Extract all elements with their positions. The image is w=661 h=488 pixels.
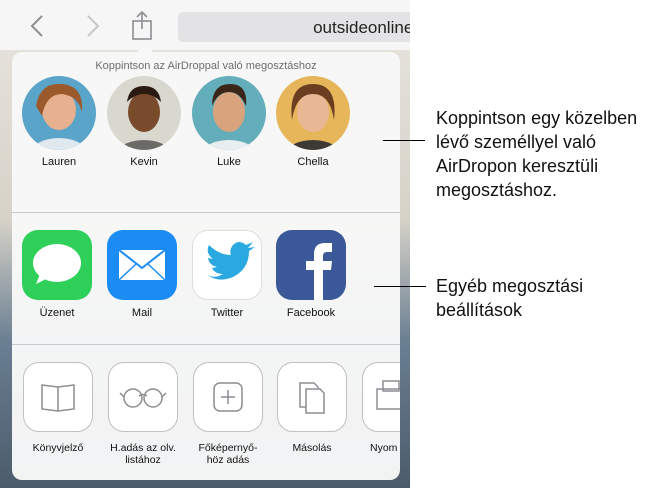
action-bookmark[interactable]: Könyvjelző — [19, 362, 97, 454]
action-label: H.adás az olv. listához — [110, 442, 176, 466]
avatar — [107, 76, 181, 150]
share-app-facebook[interactable]: Facebook — [274, 230, 348, 319]
action-label: Nyom — [370, 442, 398, 454]
messages-icon — [22, 230, 92, 300]
share-sheet: Koppintson az AirDroppal való megosztásh… — [12, 52, 400, 480]
copy-icon — [277, 362, 347, 432]
divider — [12, 344, 400, 345]
callout-line-other — [374, 286, 426, 287]
action-print[interactable]: Nyom — [358, 362, 400, 454]
app-label: Twitter — [210, 307, 244, 319]
print-icon — [362, 362, 400, 432]
facebook-icon — [276, 230, 346, 300]
action-copy[interactable]: Másolás — [273, 362, 351, 454]
glasses-icon — [108, 362, 178, 432]
person-name: Luke — [217, 156, 241, 168]
app-label: Facebook — [286, 307, 336, 319]
action-label: Másolás — [292, 442, 332, 454]
ipad-screen: outsideonline. Koppintson az AirDroppal … — [0, 0, 410, 488]
url-text: outsideonline. — [313, 18, 410, 37]
airdrop-person-chella[interactable]: Chella — [274, 76, 352, 168]
action-reading-list[interactable]: H.adás az olv. listához — [104, 362, 182, 466]
avatar — [22, 76, 96, 150]
app-label: Mail — [131, 307, 153, 319]
back-button[interactable] — [26, 12, 50, 40]
callout-other: Egyéb megosztási beállítások — [436, 276, 584, 320]
airdrop-hint: Koppintson az AirDroppal való megosztásh… — [95, 60, 317, 72]
share-app-twitter[interactable]: Twitter — [190, 230, 264, 319]
callout-airdrop: Koppintson egy közelben lévő személlyel … — [436, 108, 638, 200]
twitter-icon — [192, 230, 262, 300]
action-label: Könyvjelző — [32, 442, 84, 454]
airdrop-person-kevin[interactable]: Kevin — [105, 76, 183, 168]
share-app-mail[interactable]: Mail — [105, 230, 179, 319]
share-app-messages[interactable]: Üzenet — [20, 230, 94, 319]
share-icon — [132, 10, 152, 40]
mail-icon — [107, 230, 177, 300]
book-icon — [23, 362, 93, 432]
chevron-right-icon — [87, 15, 100, 37]
divider — [12, 212, 400, 213]
person-name: Kevin — [130, 156, 158, 168]
safari-toolbar: outsideonline. — [0, 0, 410, 50]
person-name: Lauren — [41, 156, 77, 168]
action-add-to-home[interactable]: Főképernyő-höz adás — [189, 362, 267, 466]
airdrop-person-lauren[interactable]: Lauren — [20, 76, 98, 168]
airdrop-person-luke[interactable]: Luke — [190, 76, 268, 168]
callout-line-airdrop — [383, 140, 425, 141]
plus-square-icon — [193, 362, 263, 432]
address-bar[interactable]: outsideonline. — [178, 12, 410, 42]
person-name: Chella — [297, 156, 329, 168]
app-label: Üzenet — [39, 307, 75, 319]
chevron-left-icon — [30, 15, 43, 37]
avatar — [192, 76, 266, 150]
share-button[interactable] — [128, 9, 156, 41]
forward-button[interactable] — [80, 12, 104, 40]
action-label: Főképernyő-höz adás — [198, 442, 258, 466]
avatar — [276, 76, 350, 150]
